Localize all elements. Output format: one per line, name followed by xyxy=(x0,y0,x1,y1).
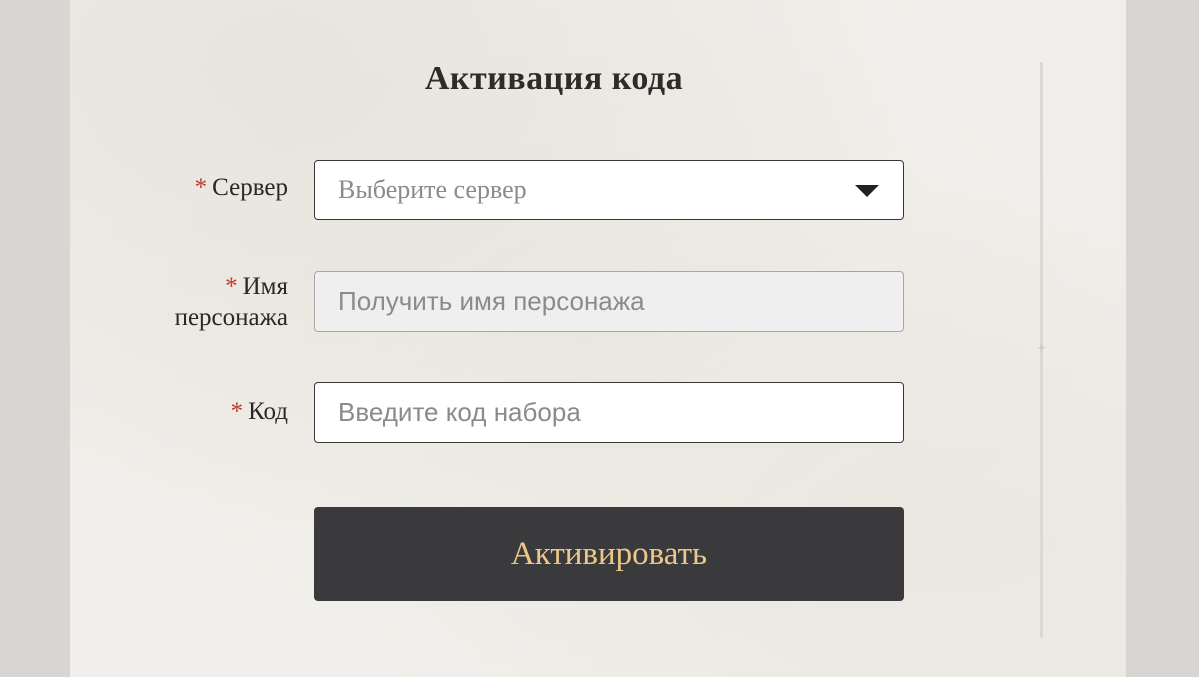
character-label-line1-text: Имя xyxy=(242,273,288,300)
triangle-down-icon[interactable] xyxy=(855,185,879,197)
server-select-placeholder: Выберите сервер xyxy=(338,175,527,204)
character-name-field: Получить имя персонажа xyxy=(314,271,904,332)
required-mark: * xyxy=(225,273,238,300)
page: ✦ Активация кода * Сервер Выберите сервер… xyxy=(0,0,1199,677)
code-label: * Код xyxy=(231,397,288,427)
character-label-line2: персонажа xyxy=(174,304,288,331)
server-label: * Сервер xyxy=(195,173,288,203)
code-input-placeholder: Введите код набора xyxy=(338,397,581,427)
code-label-text: Код xyxy=(248,398,288,425)
character-label-line1: * Имя xyxy=(175,271,288,302)
page-title: Активация кода xyxy=(424,60,684,97)
character-name-placeholder: Получить имя персонажа xyxy=(338,286,645,316)
scrollbar-knob-icon[interactable]: ✦ xyxy=(1035,342,1048,355)
required-mark: * xyxy=(230,398,244,425)
required-mark: * xyxy=(194,174,208,201)
character-label: * Имя персонажа xyxy=(175,271,288,333)
code-input[interactable]: Введите код набора xyxy=(314,382,904,443)
server-label-text: Сервер xyxy=(212,174,288,201)
server-select[interactable]: Выберите сервер xyxy=(314,160,904,220)
activate-button[interactable]: Активировать xyxy=(314,507,904,601)
